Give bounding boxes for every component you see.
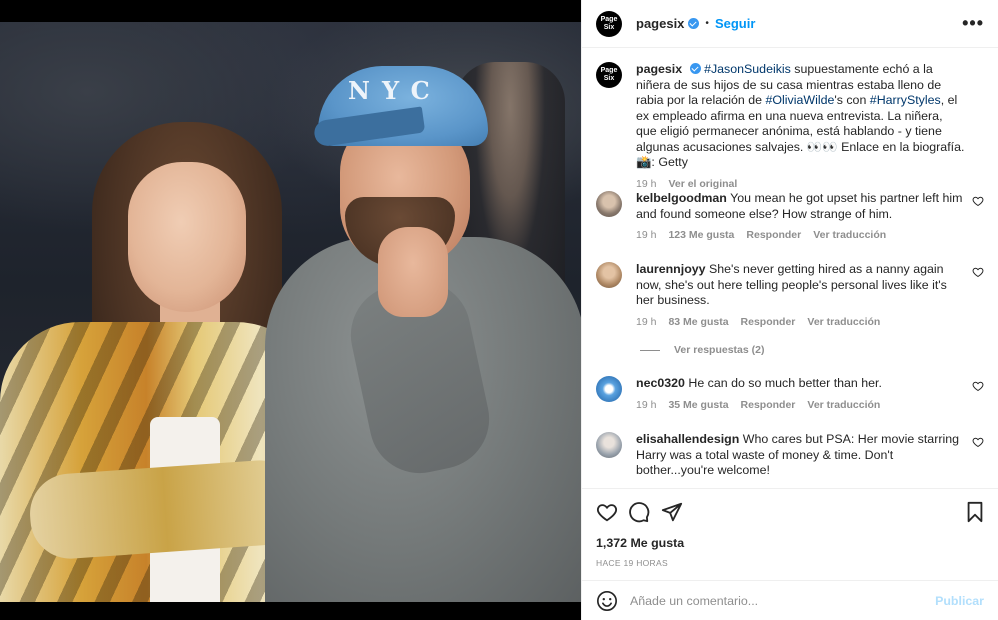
verified-badge-icon bbox=[689, 63, 701, 74]
comment-time[interactable]: 19 h bbox=[636, 398, 656, 414]
like-comment-heart-icon[interactable] bbox=[972, 436, 984, 448]
hashtag-link[interactable]: #HarryStyles bbox=[870, 93, 941, 107]
photo-man-hand bbox=[378, 227, 448, 317]
comment-avatar[interactable] bbox=[596, 262, 622, 288]
comments-list[interactable]: Page Six pagesix #JasonSudeikis supuesta… bbox=[582, 48, 998, 488]
reply-button[interactable]: Responder bbox=[741, 315, 796, 331]
see-original-link[interactable]: Ver el original bbox=[668, 177, 737, 193]
like-comment-heart-icon[interactable] bbox=[972, 266, 984, 278]
likes-count[interactable]: 1,372 Me gusta bbox=[596, 536, 684, 550]
publish-button[interactable]: Publicar bbox=[935, 594, 984, 608]
post-sidebar: Page Six pagesix • Seguir ••• Page Six p… bbox=[581, 0, 998, 620]
comment-body: nec0320 He can do so much better than he… bbox=[636, 376, 966, 413]
reply-button[interactable]: Responder bbox=[746, 228, 801, 244]
post-media: NYC bbox=[0, 0, 581, 620]
caption-text: 's con bbox=[834, 93, 870, 107]
hashtag-link[interactable]: #JasonSudeikis bbox=[704, 62, 791, 76]
emoji-icon[interactable] bbox=[596, 590, 618, 612]
heart-icon[interactable] bbox=[596, 501, 618, 523]
post-timestamp[interactable]: HACE 19 HORAS bbox=[596, 558, 668, 568]
more-options-icon[interactable]: ••• bbox=[962, 13, 984, 34]
comment-item: nec0320 He can do so much better than he… bbox=[596, 376, 984, 413]
comment-time[interactable]: 19 h bbox=[636, 315, 656, 331]
translate-button[interactable]: Ver traducción bbox=[807, 398, 880, 414]
header-separator: • bbox=[705, 18, 709, 29]
follow-button[interactable]: Seguir bbox=[715, 16, 755, 31]
comment-body: laurennjoyy She's never getting hired as… bbox=[636, 262, 966, 330]
share-icon[interactable] bbox=[661, 501, 683, 523]
comment-item: elisahallendesign Who cares but PSA: Her… bbox=[596, 432, 984, 479]
comment-body: kelbelgoodman You mean he got upset his … bbox=[636, 191, 966, 244]
comment-username[interactable]: nec0320 bbox=[636, 376, 685, 390]
bookmark-icon[interactable] bbox=[964, 501, 986, 523]
post-header: Page Six pagesix • Seguir ••• bbox=[582, 0, 998, 48]
comment-item: kelbelgoodman You mean he got upset his … bbox=[596, 191, 984, 244]
photo-woman-face bbox=[128, 162, 246, 312]
hashtag-link[interactable]: #OliviaWilde bbox=[766, 93, 835, 107]
translate-button[interactable]: Ver traducción bbox=[807, 315, 880, 331]
comment-meta: 19 h 83 Me gusta Responder Ver traducció… bbox=[636, 315, 966, 331]
comment-meta: 19 h 35 Me gusta Responder Ver traducció… bbox=[636, 398, 966, 414]
comment-avatar[interactable] bbox=[596, 432, 622, 458]
caption-username[interactable]: pagesix bbox=[636, 62, 682, 76]
comment-likes[interactable]: 83 Me gusta bbox=[668, 315, 728, 331]
comment-meta: 19 h 123 Me gusta Responder Ver traducci… bbox=[636, 228, 966, 244]
comment-text: He can do so much better than her. bbox=[688, 376, 882, 390]
view-replies-label: Ver respuestas (2) bbox=[674, 344, 765, 356]
comment-username[interactable]: elisahallendesign bbox=[636, 432, 739, 446]
comment-username[interactable]: kelbelgoodman bbox=[636, 191, 727, 205]
like-comment-heart-icon[interactable] bbox=[972, 380, 984, 392]
comment-avatar[interactable] bbox=[596, 191, 622, 217]
comment-item: laurennjoyy She's never getting hired as… bbox=[596, 262, 984, 330]
like-comment-heart-icon[interactable] bbox=[972, 195, 984, 207]
verified-badge-icon bbox=[688, 18, 700, 29]
post-actions: 1,372 Me gusta HACE 19 HORAS bbox=[582, 488, 998, 580]
replies-divider bbox=[640, 349, 660, 351]
translate-button[interactable]: Ver traducción bbox=[813, 228, 886, 244]
comment-input[interactable] bbox=[630, 593, 936, 608]
comment-time[interactable]: 19 h bbox=[636, 228, 656, 244]
comment-composer: Publicar bbox=[582, 580, 998, 620]
view-replies-button[interactable]: Ver respuestas (2) bbox=[640, 344, 764, 356]
photo-cap-logo: NYC bbox=[348, 76, 442, 105]
caption-meta: 19 h Ver el original bbox=[636, 177, 966, 193]
comment-likes[interactable]: 35 Me gusta bbox=[668, 398, 728, 414]
reply-button[interactable]: Responder bbox=[741, 398, 796, 414]
comment-username[interactable]: laurennjoyy bbox=[636, 262, 706, 276]
comment-icon[interactable] bbox=[628, 501, 650, 523]
caption-body: pagesix #JasonSudeikis supuestamente ech… bbox=[636, 62, 966, 192]
author-username[interactable]: pagesix bbox=[636, 16, 684, 31]
caption: Page Six pagesix #JasonSudeikis supuesta… bbox=[596, 62, 984, 192]
author-avatar[interactable]: Page Six bbox=[596, 10, 622, 37]
comment-likes[interactable]: 123 Me gusta bbox=[668, 228, 734, 244]
comment-avatar[interactable] bbox=[596, 376, 622, 402]
post-photo[interactable]: NYC bbox=[0, 22, 581, 602]
caption-time[interactable]: 19 h bbox=[636, 177, 656, 193]
comment-body: elisahallendesign Who cares but PSA: Her… bbox=[636, 432, 966, 479]
caption-avatar[interactable]: Page Six bbox=[596, 62, 622, 88]
